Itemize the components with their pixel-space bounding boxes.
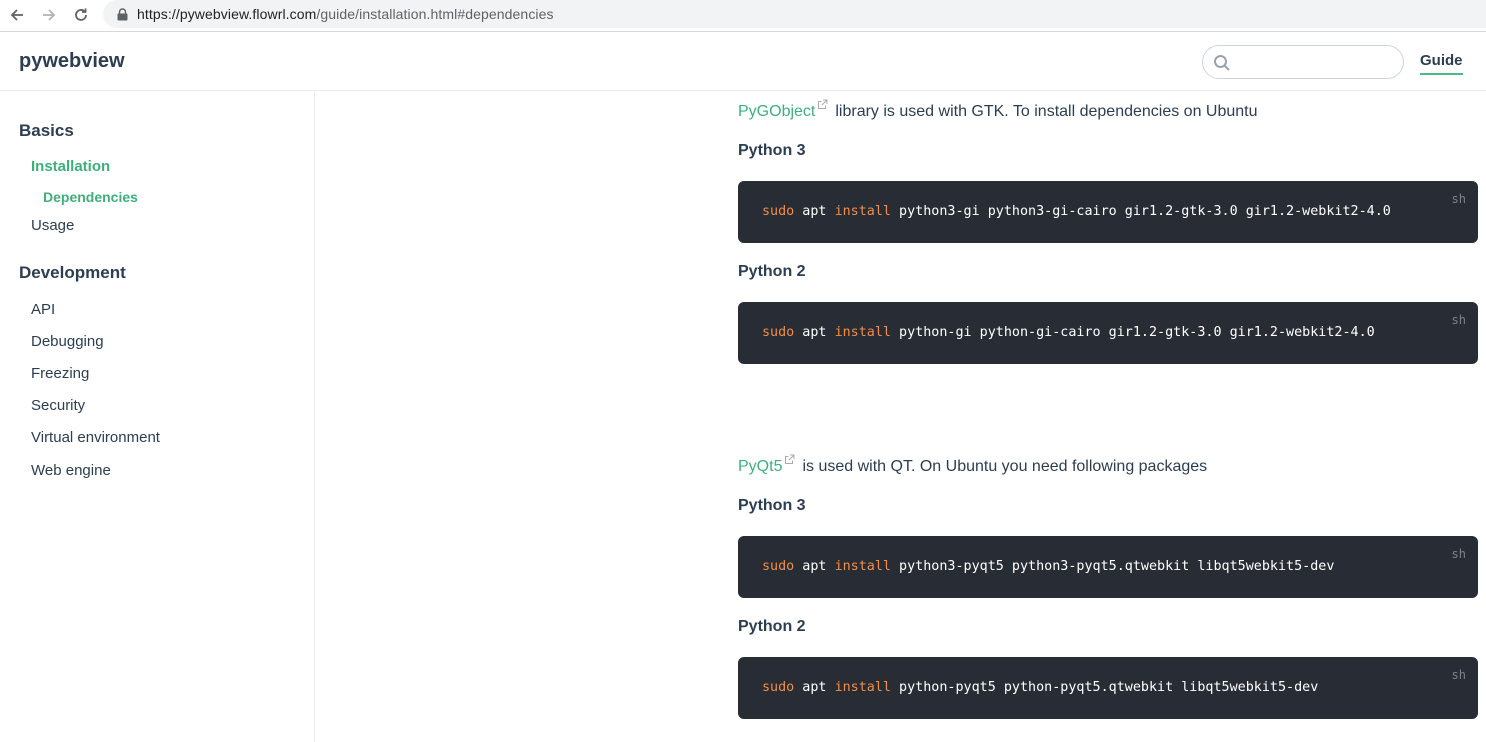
reload-icon xyxy=(75,8,87,21)
gtk-python2-heading: Python 2 xyxy=(738,263,806,280)
code-token-sudo: sudo xyxy=(762,559,795,574)
url-text: https://pywebview.flowrl.com/guide/insta… xyxy=(137,6,554,22)
code-token-sudo: sudo xyxy=(762,680,795,695)
code-token-args: python-pyqt5 python-pyqt5.qtwebkit libqt… xyxy=(891,680,1319,695)
search-icon xyxy=(1214,55,1230,71)
sidebar-group-basics[interactable]: Basics xyxy=(19,121,74,141)
sidebar-item-api[interactable]: API xyxy=(31,301,55,318)
arrow-right-icon xyxy=(43,9,56,21)
external-link-icon xyxy=(818,99,828,109)
code-token-install: install xyxy=(834,680,891,695)
qt-intro: PyQt5 is used with QT. On Ubuntu you need… xyxy=(738,454,1207,476)
sidebar-item-usage[interactable]: Usage xyxy=(31,217,74,234)
sidebar-item-debugging[interactable]: Debugging xyxy=(31,333,104,350)
sidebar-item-virtual-environment[interactable]: Virtual environment xyxy=(31,429,160,446)
external-link-icon xyxy=(785,454,795,464)
code-block: sh sudo apt install python3-pyqt5 python… xyxy=(738,536,1478,598)
code-lang-label: sh xyxy=(1451,192,1466,206)
code-token-sudo: sudo xyxy=(762,204,795,219)
url-path: /guide/installation.html#dependencies xyxy=(316,6,554,22)
back-button[interactable] xyxy=(5,4,29,26)
sidebar-item-web-engine[interactable]: Web engine xyxy=(31,462,111,479)
code-lang-label: sh xyxy=(1451,547,1466,561)
search-input[interactable] xyxy=(1237,50,1401,76)
code-token-apt: apt xyxy=(794,325,835,340)
qt-intro-text: is used with QT. On Ubuntu you need foll… xyxy=(802,458,1208,475)
reload-button[interactable] xyxy=(69,4,93,26)
code-token-install: install xyxy=(834,325,891,340)
nav-link-guide[interactable]: Guide xyxy=(1420,52,1463,75)
sidebar-item-installation[interactable]: Installation xyxy=(31,158,110,175)
sidebar-group-development[interactable]: Development xyxy=(19,263,126,283)
code-token-install: install xyxy=(834,204,891,219)
sidebar-subitem-dependencies[interactable]: Dependencies xyxy=(43,189,138,205)
forward-button[interactable] xyxy=(37,4,61,26)
code-lang-label: sh xyxy=(1451,668,1466,682)
code-block: sh sudo apt install python3-gi python3-g… xyxy=(738,181,1478,243)
sidebar: Basics Installation Dependencies Usage D… xyxy=(0,91,315,742)
code-line[interactable]: sudo apt install python-pyqt5 python-pyq… xyxy=(762,680,1318,695)
code-token-apt: apt xyxy=(794,680,835,695)
sidebar-item-security[interactable]: Security xyxy=(31,397,85,414)
code-line[interactable]: sudo apt install python3-pyqt5 python3-p… xyxy=(762,559,1334,574)
arrow-left-icon xyxy=(10,9,23,21)
code-block: sh sudo apt install python-gi python-gi-… xyxy=(738,302,1478,364)
pyqt5-link[interactable]: PyQt5 xyxy=(738,458,782,475)
code-token-apt: apt xyxy=(794,204,835,219)
sidebar-item-freezing[interactable]: Freezing xyxy=(31,365,89,382)
code-token-args: python3-pyqt5 python3-pyqt5.qtwebkit lib… xyxy=(891,559,1335,574)
qt-python3-heading: Python 3 xyxy=(738,497,806,514)
code-lang-label: sh xyxy=(1451,313,1466,327)
code-line[interactable]: sudo apt install python3-gi python3-gi-c… xyxy=(762,204,1391,219)
code-token-args: python3-gi python3-gi-cairo gir1.2-gtk-3… xyxy=(891,204,1391,219)
code-token-install: install xyxy=(834,559,891,574)
gtk-intro-text: library is used with GTK. To install dep… xyxy=(835,103,1258,120)
site-header: pywebview Guide xyxy=(0,33,1486,91)
code-token-args: python-gi python-gi-cairo gir1.2-gtk-3.0… xyxy=(891,325,1375,340)
code-token-apt: apt xyxy=(794,559,835,574)
pygobject-link[interactable]: PyGObject xyxy=(738,103,815,120)
url-host: https://pywebview.flowrl.com xyxy=(137,6,317,22)
address-bar[interactable]: https://pywebview.flowrl.com/guide/insta… xyxy=(103,0,1486,28)
gtk-python3-heading: Python 3 xyxy=(738,142,806,159)
code-block: sh sudo apt install python-pyqt5 python-… xyxy=(738,657,1478,719)
search-box[interactable] xyxy=(1202,45,1404,79)
code-token-sudo: sudo xyxy=(762,325,795,340)
qt-python2-heading: Python 2 xyxy=(738,618,806,635)
code-line[interactable]: sudo apt install python-gi python-gi-cai… xyxy=(762,325,1375,340)
site-title[interactable]: pywebview xyxy=(19,50,125,73)
lock-icon xyxy=(115,7,129,21)
browser-toolbar: https://pywebview.flowrl.com/guide/insta… xyxy=(0,0,1486,32)
gtk-intro: PyGObject library is used with GTK. To in… xyxy=(738,99,1258,121)
